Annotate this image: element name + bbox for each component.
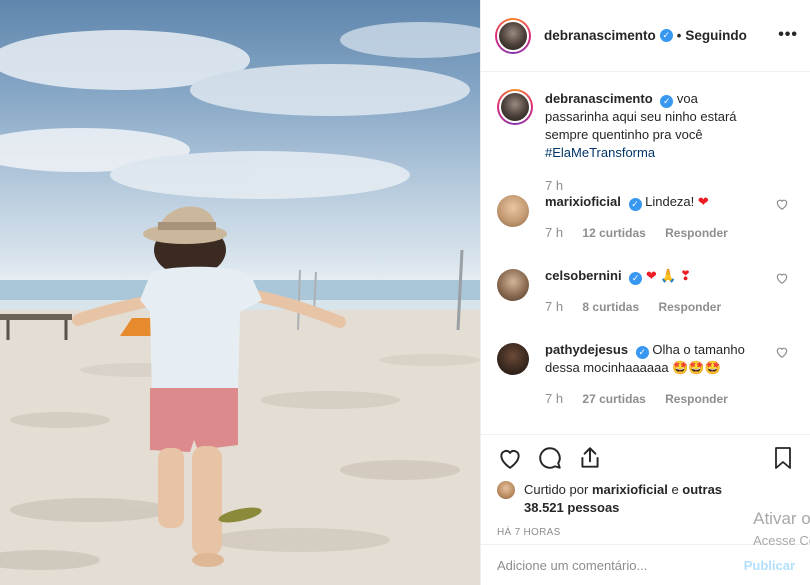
bookmark-icon[interactable] <box>771 445 795 471</box>
author-avatar[interactable] <box>495 17 531 54</box>
share-icon[interactable] <box>577 445 603 471</box>
publish-button[interactable]: Publicar <box>744 558 795 573</box>
beach-photo-illustration <box>0 22 480 585</box>
liked-by-section: Curtido por marixioficial e outras 38.52… <box>497 481 795 517</box>
comment-time[interactable]: 7 h <box>545 391 563 406</box>
comment-item: marixioficial ✓ Lindeza! ❤ 7 h 12 curtid… <box>497 193 795 267</box>
verified-badge-icon: ✓ <box>659 29 673 42</box>
following-button[interactable]: Seguindo <box>685 28 747 43</box>
caption-username[interactable]: debranascimento <box>545 91 653 106</box>
caption-time[interactable]: 7 h <box>545 178 795 193</box>
reply-button[interactable]: Responder <box>665 392 728 406</box>
reply-button[interactable]: Responder <box>665 226 728 240</box>
heart-outline-icon[interactable] <box>775 197 789 211</box>
clouds <box>0 22 480 199</box>
comment-time[interactable]: 7 h <box>545 225 563 240</box>
heart-outline-icon[interactable] <box>775 345 789 359</box>
comment-item: celsobernini ✓ ❤ 🙏 ❣ 7 h 8 curtidas Resp… <box>497 267 795 341</box>
caption-hashtag-link[interactable]: #ElaMeTransforma <box>545 145 655 160</box>
reply-button[interactable]: Responder <box>658 300 721 314</box>
commenter-username[interactable]: pathydejesus <box>545 342 628 357</box>
verified-badge-icon: ✓ <box>660 95 674 108</box>
comment-bubble-icon[interactable] <box>537 445 563 471</box>
liked-by-avatar[interactable] <box>497 481 515 499</box>
caption-author-avatar[interactable] <box>497 89 533 125</box>
post-photo[interactable] <box>0 0 480 585</box>
comment-meta: 7 h 12 curtidas Responder <box>545 225 795 240</box>
comment-text: Lindeza! <box>645 194 698 209</box>
like-heart-icon[interactable] <box>497 445 523 471</box>
comment-likes-count[interactable]: 12 curtidas <box>582 226 645 240</box>
liked-by-and: e <box>671 482 679 497</box>
post-header: debranascimento ✓ • Seguindo ••• <box>481 0 810 72</box>
comment-likes-count[interactable]: 8 curtidas <box>582 300 639 314</box>
verified-badge-icon: ✓ <box>629 272 643 285</box>
comment-time[interactable]: 7 h <box>545 299 563 314</box>
heart-outline-icon[interactable] <box>775 271 789 285</box>
comment-input[interactable] <box>497 557 744 573</box>
commenter-username[interactable]: celsobernini <box>545 268 622 283</box>
star-eyes-emoji: 🤩🤩🤩 <box>672 360 721 375</box>
commenter-avatar[interactable] <box>497 269 529 301</box>
action-buttons-row <box>497 445 795 477</box>
comment-likes-count[interactable]: 27 curtidas <box>582 392 645 406</box>
separator-dot: • <box>676 28 682 43</box>
comment-meta: 7 h 8 curtidas Responder <box>545 299 795 314</box>
emoji-reaction: ❤ 🙏 ❣ <box>645 268 692 283</box>
post-actions: Curtido por marixioficial e outras 38.52… <box>481 434 810 544</box>
comment-item: pathydejesus ✓ Olha o tamanho dessa moci… <box>497 341 795 415</box>
commenter-username[interactable]: marixioficial <box>545 194 621 209</box>
more-options-icon[interactable]: ••• <box>778 26 798 44</box>
comments-list[interactable]: debranascimento ✓ voa passarinha aqui se… <box>481 72 810 434</box>
comment-meta: 7 h 27 curtidas Responder <box>545 391 795 406</box>
liked-by-username[interactable]: marixioficial <box>592 482 668 497</box>
author-username[interactable]: debranascimento <box>544 28 656 43</box>
commenter-avatar[interactable] <box>497 343 529 375</box>
red-heart-emoji: ❤ <box>697 194 709 209</box>
commenter-avatar[interactable] <box>497 195 529 227</box>
post-timestamp[interactable]: HÁ 7 HORAS <box>497 527 795 538</box>
add-comment-bar: Publicar <box>481 544 810 585</box>
liked-by-prefix: Curtido por <box>524 482 589 497</box>
verified-badge-icon: ✓ <box>628 198 642 211</box>
verified-badge-icon: ✓ <box>635 346 649 359</box>
post-details-panel: debranascimento ✓ • Seguindo ••• debrana… <box>480 0 810 585</box>
post-caption: debranascimento ✓ voa passarinha aqui se… <box>497 72 795 193</box>
